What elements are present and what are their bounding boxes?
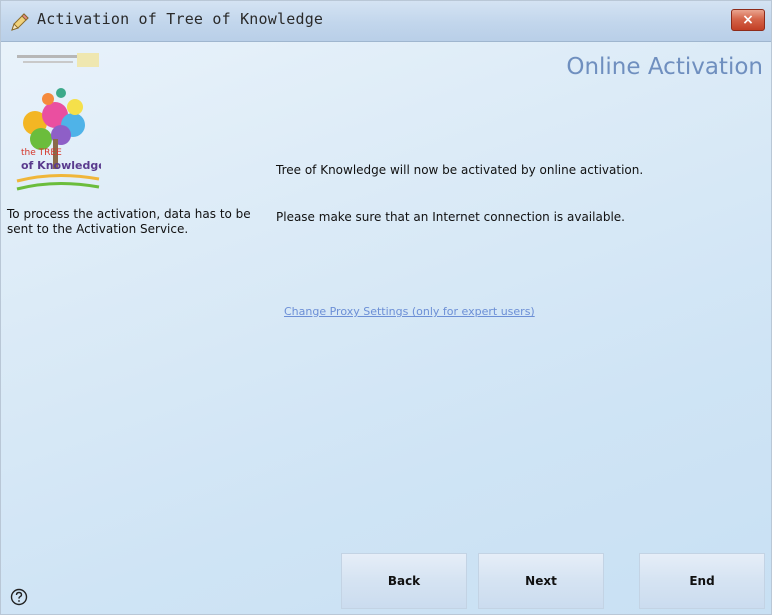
connection-message: Please make sure that an Internet connec…	[276, 210, 625, 224]
tree-of-knowledge-logo: the TREE of Knowledge	[16, 53, 101, 191]
close-icon: ×	[742, 12, 754, 28]
activation-window: Activation of Tree of Knowledge × Online…	[0, 0, 772, 615]
pencil-icon	[11, 13, 29, 31]
activation-info-text: To process the activation, data has to b…	[7, 207, 251, 236]
end-button[interactable]: End	[639, 553, 765, 609]
page-title: Online Activation	[566, 54, 763, 80]
svg-text:the TREE: the TREE	[21, 148, 62, 158]
help-icon[interactable]	[10, 588, 28, 606]
proxy-settings-link[interactable]: Change Proxy Settings (only for expert u…	[284, 305, 535, 318]
activation-message: Tree of Knowledge will now be activated …	[276, 163, 644, 177]
window-title: Activation of Tree of Knowledge	[37, 10, 324, 28]
next-button[interactable]: Next	[478, 553, 604, 609]
back-button[interactable]: Back	[341, 553, 467, 609]
title-bar[interactable]: Activation of Tree of Knowledge ×	[1, 1, 771, 42]
svg-text:of Knowledge: of Knowledge	[21, 159, 101, 172]
close-button[interactable]: ×	[731, 9, 765, 31]
